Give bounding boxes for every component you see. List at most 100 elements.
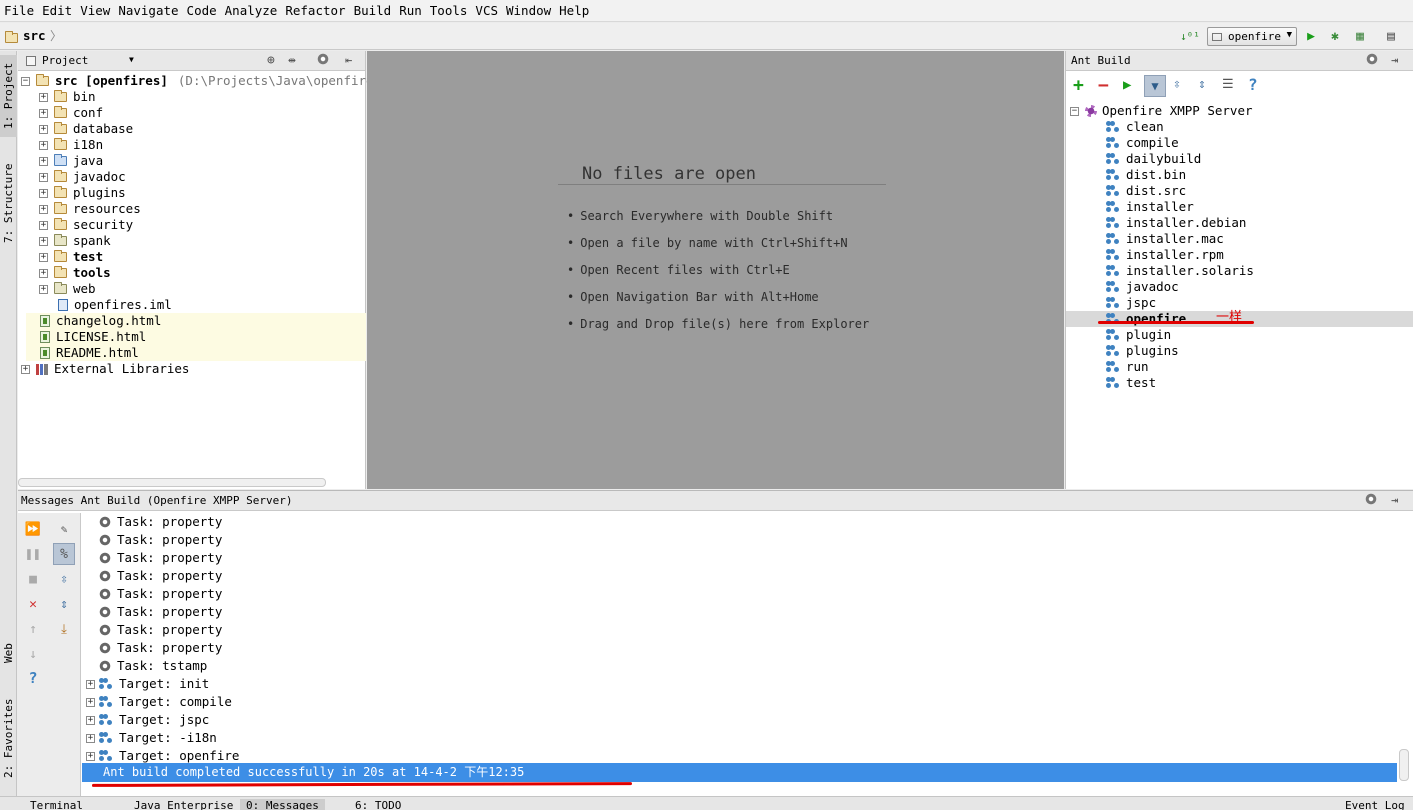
close-icon[interactable]: ✕ [23, 594, 43, 614]
expand-icon[interactable]: + [86, 679, 95, 689]
hide-panel-icon[interactable]: ⇥ [1391, 53, 1398, 67]
message-row[interactable]: Task: property [86, 585, 222, 603]
tree-item[interactable]: + bin [39, 89, 96, 105]
collapse-all-icon[interactable]: ⇕ [1198, 77, 1206, 92]
expand-icon[interactable]: + [39, 172, 48, 182]
menu-help[interactable]: Help [555, 0, 593, 22]
ant-target[interactable]: dist.src [1066, 183, 1413, 199]
ant-target[interactable]: installer.mac [1066, 231, 1413, 247]
expand-all-icon[interactable]: ⇳ [1173, 77, 1181, 92]
sort-icon[interactable]: ↓⁰¹ [1180, 26, 1200, 46]
add-icon[interactable]: + [1073, 75, 1084, 96]
tree-item[interactable]: + database [39, 121, 133, 137]
tab-web[interactable]: Web [0, 631, 17, 676]
tree-item[interactable]: + security [39, 217, 133, 233]
ant-target[interactable]: compile [1066, 135, 1413, 151]
ant-target[interactable]: run [1066, 359, 1413, 375]
run-config-select[interactable]: openfire ▼ [1207, 27, 1297, 46]
tab-structure[interactable]: 7: Structure [0, 156, 17, 251]
ant-target[interactable]: plugin [1066, 327, 1413, 343]
menu-run[interactable]: Run [395, 0, 426, 22]
tree-root[interactable]: − src [openfires] (D:\Projects\Java\openfi… [21, 73, 381, 89]
coverage-button[interactable]: ▦ [1350, 26, 1370, 46]
run-icon[interactable]: ▶ [1123, 77, 1131, 93]
menu-edit[interactable]: Edit [38, 0, 76, 22]
tree-item[interactable]: openfires.iml [58, 297, 172, 313]
debug-button[interactable]: ✱ [1325, 26, 1345, 46]
ant-build-root[interactable]: − Openfire XMPP Server [1070, 103, 1253, 119]
ant-target[interactable]: dailybuild [1066, 151, 1413, 167]
menu-file[interactable]: File [0, 0, 38, 22]
menu-navigate[interactable]: Navigate [114, 0, 182, 22]
run-button[interactable]: ▶ [1301, 26, 1321, 46]
message-row[interactable]: Task: property [86, 531, 222, 549]
message-row[interactable]: Task: property [86, 567, 222, 585]
message-row[interactable]: Task: property [86, 603, 222, 621]
help-icon[interactable]: ? [1248, 75, 1258, 94]
expand-icon[interactable]: + [39, 188, 48, 198]
horizontal-scrollbar[interactable] [18, 478, 326, 487]
ant-target[interactable]: installer.solaris [1066, 263, 1413, 279]
menu-tools[interactable]: Tools [426, 0, 472, 22]
expand-icon[interactable]: + [39, 284, 48, 294]
expand-icon[interactable]: + [39, 236, 48, 246]
menu-view[interactable]: View [76, 0, 114, 22]
message-row[interactable]: Task: property [86, 621, 222, 639]
settings-icon[interactable] [317, 53, 329, 68]
help-icon[interactable]: ? [23, 668, 43, 688]
arrow-down-icon[interactable]: ↓ [23, 644, 43, 664]
collapse-icon[interactable]: ⇹ [288, 53, 296, 68]
tree-item[interactable]: LICENSE.html [26, 329, 366, 345]
message-row[interactable]: + Target: -i18n [86, 729, 217, 747]
project-structure-button[interactable]: ▤ [1381, 26, 1401, 46]
locate-icon[interactable]: ⊕ [267, 53, 275, 68]
menu-refactor[interactable]: Refactor [281, 0, 349, 22]
expand-icon[interactable]: + [39, 156, 48, 166]
tree-item[interactable]: + tools [39, 265, 111, 281]
ant-target[interactable]: installer [1066, 199, 1413, 215]
expand-icon[interactable]: + [86, 751, 95, 761]
ant-target[interactable]: plugins [1066, 343, 1413, 359]
settings-icon[interactable] [1366, 53, 1378, 68]
message-row[interactable]: Task: property [86, 549, 222, 567]
expand-icon[interactable]: + [86, 697, 95, 707]
ant-target[interactable]: test [1066, 375, 1413, 391]
ant-target[interactable]: clean [1066, 119, 1413, 135]
menu-vcs[interactable]: VCS [471, 0, 502, 22]
collapse-icon[interactable]: − [1070, 106, 1079, 116]
expand-icon[interactable]: + [39, 268, 48, 278]
collapse-all-icon[interactable]: ⇕ [54, 594, 74, 614]
expand-icon[interactable]: + [39, 92, 48, 102]
expand-all-icon[interactable]: ⇳ [54, 569, 74, 589]
tree-item[interactable]: + web [39, 281, 96, 297]
ant-target[interactable]: dist.bin [1066, 167, 1413, 183]
expand-icon[interactable]: + [39, 124, 48, 134]
tree-item[interactable]: + External Libraries [21, 361, 189, 377]
tree-item[interactable]: + i18n [39, 137, 103, 153]
tab-java-enterprise[interactable]: Java Enterprise [134, 799, 233, 810]
message-row[interactable]: Task: property [86, 513, 222, 531]
expand-icon[interactable]: + [39, 140, 48, 150]
build-status-row[interactable]: Ant build completed successfully in 20s … [82, 763, 1397, 782]
ant-target[interactable]: installer.rpm [1066, 247, 1413, 263]
message-row[interactable]: + Target: compile [86, 693, 232, 711]
menu-code[interactable]: Code [183, 0, 221, 22]
ant-target[interactable]: javadoc [1066, 279, 1413, 295]
expand-icon[interactable]: + [39, 108, 48, 118]
tab-favorites[interactable]: 2: Favorites [0, 691, 17, 786]
project-view-select[interactable]: Project [42, 54, 88, 67]
ant-target[interactable]: installer.debian [1066, 215, 1413, 231]
tree-item[interactable]: + conf [39, 105, 103, 121]
arrow-up-icon[interactable]: ↑ [23, 619, 43, 639]
chevron-down-icon[interactable]: ▼ [129, 55, 134, 64]
expand-icon[interactable]: + [86, 733, 95, 743]
tree-item[interactable]: + plugins [39, 185, 126, 201]
soft-wrap-icon[interactable]: ✎ [54, 519, 74, 539]
message-row[interactable]: + Target: init [86, 675, 209, 693]
expand-icon[interactable]: + [21, 364, 30, 374]
expand-icon[interactable]: + [86, 715, 95, 725]
message-row[interactable]: Task: tstamp [86, 657, 207, 675]
tab-todo[interactable]: 6: TODO [355, 799, 401, 810]
filter-icon[interactable]: ▼ [1144, 75, 1166, 97]
tab-messages[interactable]: 0: Messages [240, 799, 325, 810]
